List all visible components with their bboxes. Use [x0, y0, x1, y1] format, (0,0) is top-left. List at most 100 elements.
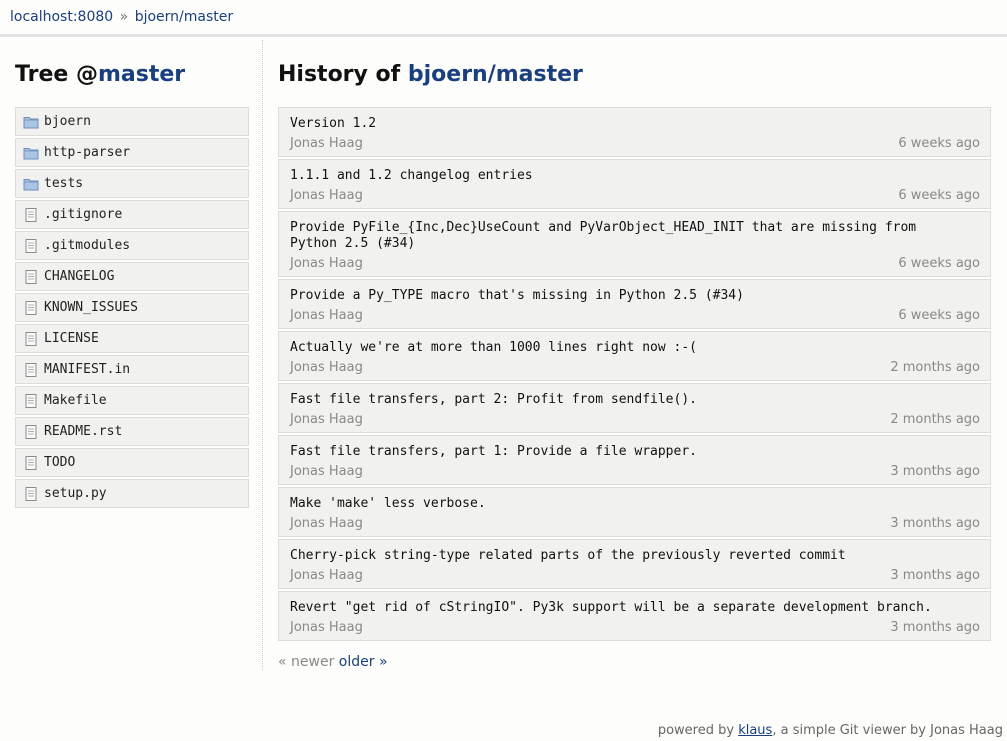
folder-icon: [23, 176, 39, 192]
folder-icon: [23, 145, 39, 161]
footer-klaus-link[interactable]: klaus: [738, 723, 772, 738]
commit-item[interactable]: Provide a Py_TYPE macro that's missing i…: [278, 279, 991, 329]
breadcrumb-separator: »: [119, 9, 129, 25]
commit-age: 2 months ago: [890, 360, 980, 375]
commit-age: 3 months ago: [890, 516, 980, 531]
tree-item-file[interactable]: CHANGELOG: [15, 262, 249, 291]
history-title-prefix: History of: [278, 62, 408, 87]
tree-item-label: README.rst: [44, 424, 123, 439]
commit-author: Jonas Haag: [290, 308, 363, 323]
commit-age: 3 months ago: [890, 620, 980, 635]
commit-author: Jonas Haag: [290, 464, 363, 479]
commit-author: Jonas Haag: [290, 620, 363, 635]
commit-age: 6 weeks ago: [898, 136, 980, 151]
commit-author: Jonas Haag: [290, 412, 363, 427]
commit-item[interactable]: Provide PyFile_{Inc,Dec}UseCount and PyV…: [278, 211, 991, 277]
history-title-ref-link[interactable]: bjoern/master: [408, 62, 583, 87]
file-icon: [23, 455, 39, 471]
file-tree: bjoern http-parser tests .gitignore .gitmodu…: [15, 107, 249, 510]
commit-message: Cherry-pick string-type related parts of…: [290, 548, 846, 563]
commit-age: 3 months ago: [890, 464, 980, 479]
file-icon: [23, 207, 39, 223]
tree-item-label: TODO: [44, 455, 76, 470]
commit-meta: Jonas Haag 3 months ago: [290, 568, 980, 584]
tree-item-label: CHANGELOG: [44, 269, 115, 284]
commit-age: 6 weeks ago: [898, 308, 980, 323]
tree-item-label: setup.py: [44, 486, 107, 501]
file-icon: [23, 362, 39, 378]
commit-age: 2 months ago: [890, 412, 980, 427]
file-icon: [23, 331, 39, 347]
breadcrumb: localhost:8080 » bjoern/master: [0, 0, 1007, 37]
file-icon: [23, 424, 39, 440]
commit-author: Jonas Haag: [290, 136, 363, 151]
commit-meta: Jonas Haag 6 weeks ago: [290, 256, 980, 272]
tree-item-label: Makefile: [44, 393, 107, 408]
tree-item-folder[interactable]: tests: [15, 169, 249, 198]
commit-list: Version 1.2 Jonas Haag 6 weeks ago 1.1.1 an…: [278, 107, 991, 643]
tree-item-folder[interactable]: http-parser: [15, 138, 249, 167]
file-icon: [23, 300, 39, 316]
commit-item[interactable]: Make 'make' less verbose. Jonas Haag 3 mon…: [278, 487, 991, 537]
footer: powered by klaus, a simple Git viewer by…: [658, 723, 1003, 738]
commit-message: 1.1.1 and 1.2 changelog entries: [290, 168, 533, 183]
commit-message: Revert "get rid of cStringIO". Py3k supp…: [290, 600, 932, 615]
commit-item[interactable]: Fast file transfers, part 2: Profit from…: [278, 383, 991, 433]
tree-item-file[interactable]: .gitignore: [15, 200, 249, 229]
commit-item[interactable]: Cherry-pick string-type related parts of…: [278, 539, 991, 589]
commit-meta: Jonas Haag 2 months ago: [290, 412, 980, 428]
tree-title: Tree @master: [15, 62, 185, 87]
commit-message: Actually we're at more than 1000 lines r…: [290, 340, 697, 355]
footer-suffix: , a simple Git viewer by Jonas Haag: [772, 723, 1003, 738]
commit-age: 6 weeks ago: [898, 256, 980, 271]
commit-item[interactable]: Fast file transfers, part 1: Provide a f…: [278, 435, 991, 485]
breadcrumb-host-link[interactable]: localhost:8080: [10, 9, 113, 25]
tree-item-file[interactable]: README.rst: [15, 417, 249, 446]
tree-item-file[interactable]: TODO: [15, 448, 249, 477]
commit-author: Jonas Haag: [290, 568, 363, 583]
commit-author: Jonas Haag: [290, 360, 363, 375]
commit-meta: Jonas Haag 2 months ago: [290, 360, 980, 376]
commit-meta: Jonas Haag 6 weeks ago: [290, 188, 980, 204]
tree-item-label: bjoern: [44, 114, 91, 129]
breadcrumb-repo-link[interactable]: bjoern/master: [135, 9, 233, 25]
commit-message: Fast file transfers, part 1: Provide a f…: [290, 444, 697, 459]
commit-message: Version 1.2: [290, 116, 377, 131]
commit-age: 3 months ago: [890, 568, 980, 583]
pager-older-link[interactable]: older »: [339, 654, 388, 670]
commit-author: Jonas Haag: [290, 188, 363, 203]
tree-item-label: .gitignore: [44, 207, 123, 222]
commit-item[interactable]: Version 1.2 Jonas Haag 6 weeks ago: [278, 107, 991, 157]
commit-meta: Jonas Haag 3 months ago: [290, 620, 980, 636]
tree-item-folder[interactable]: bjoern: [15, 107, 249, 136]
commit-message: Make 'make' less verbose.: [290, 496, 486, 511]
footer-prefix: powered by: [657, 723, 739, 738]
history-title: History of bjoern/master: [278, 62, 583, 87]
commit-author: Jonas Haag: [290, 516, 363, 531]
folder-icon: [23, 114, 39, 130]
commit-age: 6 weeks ago: [898, 188, 980, 203]
commit-meta: Jonas Haag 3 months ago: [290, 464, 980, 480]
file-icon: [23, 269, 39, 285]
tree-item-file[interactable]: MANIFEST.in: [15, 355, 249, 384]
tree-item-file[interactable]: .gitmodules: [15, 231, 249, 260]
commit-item[interactable]: 1.1.1 and 1.2 changelog entries Jonas Haa…: [278, 159, 991, 209]
tree-item-label: http-parser: [44, 145, 131, 160]
tree-item-label: tests: [44, 176, 84, 191]
tree-title-ref: master: [97, 62, 186, 87]
tree-item-file[interactable]: Makefile: [15, 386, 249, 415]
pagination: « newer older »: [278, 654, 388, 670]
tree-item-file[interactable]: KNOWN_ISSUES: [15, 293, 249, 322]
commit-message: Provide a Py_TYPE macro that's missing i…: [290, 288, 744, 303]
file-icon: [23, 486, 39, 502]
commit-meta: Jonas Haag 6 weeks ago: [290, 136, 980, 152]
tree-item-file[interactable]: setup.py: [15, 479, 249, 508]
commit-item[interactable]: Actually we're at more than 1000 lines r…: [278, 331, 991, 381]
commit-item[interactable]: Revert "get rid of cStringIO". Py3k supp…: [278, 591, 991, 641]
file-icon: [23, 238, 39, 254]
tree-title-prefix: Tree @: [15, 62, 98, 87]
commit-author: Jonas Haag: [290, 256, 363, 271]
tree-item-label: LICENSE: [44, 331, 99, 346]
file-icon: [23, 393, 39, 409]
tree-item-file[interactable]: LICENSE: [15, 324, 249, 353]
